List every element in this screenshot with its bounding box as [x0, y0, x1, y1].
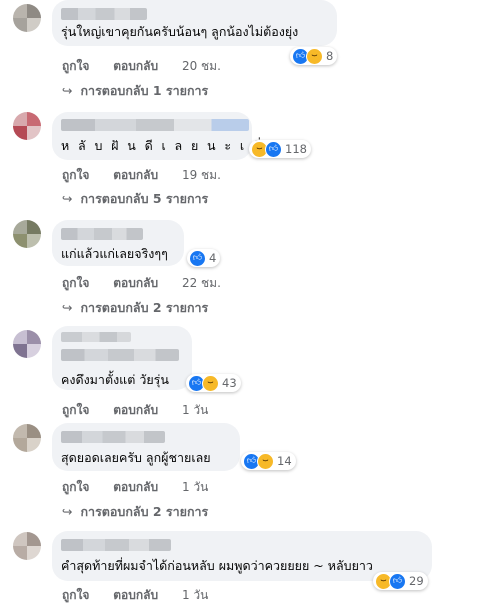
reaction-summary[interactable]: 👍︎ ⌣ 14 [241, 452, 296, 470]
view-replies-link[interactable]: ↪ การตอบกลับ 5 รายการ [62, 189, 208, 209]
like-button[interactable]: ถูกใจ [62, 588, 89, 602]
reply-button[interactable]: ตอบกลับ [113, 276, 158, 290]
reaction-count: 43 [222, 376, 237, 390]
reaction-count: 4 [209, 251, 217, 265]
reply-button[interactable]: ตอบกลับ [113, 480, 158, 494]
comment-text: คำสุดท้ายที่ผมจำได้ก่อนหลับ ผมพูดว่าควยย… [61, 558, 373, 573]
author-name-redacted[interactable] [61, 349, 179, 361]
comment-text: ห ลั บ ฝั น ดี เ ล ย น ะ เ นี่ ย [61, 138, 280, 153]
like-button[interactable]: ถูกใจ [62, 480, 89, 494]
like-button[interactable]: ถูกใจ [62, 168, 89, 182]
comment-actions: ถูกใจ ตอบกลับ 22 ชม. [62, 274, 241, 293]
comment-bubble: แก่แล้วแก่เลยจริงๆๆ [52, 220, 184, 266]
comment-text: แก่แล้วแก่เลยจริงๆๆ [61, 246, 168, 261]
view-replies-link[interactable]: ↪ การตอบกลับ 2 รายการ [62, 502, 208, 522]
comment-actions: ถูกใจ ตอบกลับ 20 ชม. [62, 57, 241, 76]
timestamp[interactable]: 1 วัน [182, 588, 208, 602]
reply-arrow-icon: ↪ [62, 504, 73, 519]
author-name-redacted[interactable] [61, 539, 171, 551]
reaction-summary[interactable]: 👍︎ 4 [187, 249, 221, 267]
like-icon: 👍︎ [189, 249, 206, 267]
comment-actions: ถูกใจ ตอบกลับ 19 ชม. [62, 166, 241, 185]
like-button[interactable]: ถูกใจ [62, 59, 89, 73]
reaction-count: 8 [326, 49, 334, 63]
reply-arrow-icon: ↪ [62, 191, 73, 206]
view-replies-link[interactable]: ↪ การตอบกลับ 1 รายการ [62, 81, 208, 101]
avatar[interactable] [13, 424, 41, 452]
timestamp[interactable]: 20 ชม. [182, 59, 221, 73]
replies-label: การตอบกลับ 1 รายการ [80, 83, 209, 98]
author-name-redacted[interactable] [61, 8, 147, 20]
author-name-redacted[interactable] [61, 119, 249, 131]
avatar[interactable] [13, 220, 41, 248]
like-button[interactable]: ถูกใจ [62, 403, 89, 417]
avatar[interactable] [13, 532, 41, 560]
haha-icon: ⌣ [306, 47, 323, 65]
timestamp[interactable]: 19 ชม. [182, 168, 221, 182]
reply-button[interactable]: ตอบกลับ [113, 168, 158, 182]
like-icon: 👍︎ [265, 140, 282, 158]
reaction-count: 29 [409, 574, 424, 588]
reaction-summary[interactable]: 👍︎ ⌣ 8 [290, 47, 338, 65]
reply-arrow-icon: ↪ [62, 83, 73, 98]
avatar[interactable] [13, 112, 41, 140]
comment-actions: ถูกใจ ตอบกลับ 1 วัน [62, 478, 228, 497]
comment-bubble: ห ลั บ ฝั น ดี เ ล ย น ะ เ นี่ ย [52, 112, 278, 160]
reply-button[interactable]: ตอบกลับ [113, 403, 158, 417]
timestamp[interactable]: 1 วัน [182, 403, 208, 417]
comment-text: รุ่นใหญ่เขาคุยกันครับน้อนๆ ลูกน้องไม่ต้อ… [61, 24, 299, 39]
comment-bubble: คงดึงมาตั้งแต่ วัยรุ่น [52, 326, 192, 390]
view-replies-link[interactable]: ↪ การตอบกลับ 2 รายการ [62, 298, 208, 318]
reaction-summary[interactable]: 👍︎ ⌣ 43 [186, 374, 241, 392]
avatar[interactable] [13, 330, 41, 358]
replies-label: การตอบกลับ 2 รายการ [80, 504, 209, 519]
timestamp[interactable]: 1 วัน [182, 480, 208, 494]
reply-button[interactable]: ตอบกลับ [113, 59, 158, 73]
replies-label: การตอบกลับ 2 รายการ [80, 300, 209, 315]
reaction-count: 14 [277, 454, 292, 468]
timestamp[interactable]: 22 ชม. [182, 276, 221, 290]
like-button[interactable]: ถูกใจ [62, 276, 89, 290]
comment-actions: ถูกใจ ตอบกลับ 1 วัน [62, 401, 228, 420]
avatar[interactable] [13, 4, 41, 32]
reaction-summary[interactable]: ⌣ 👍︎ 118 [249, 140, 311, 158]
comment-bubble: รุ่นใหญ่เขาคุยกันครับน้อนๆ ลูกน้องไม่ต้อ… [52, 0, 337, 46]
replies-label: การตอบกลับ 5 รายการ [80, 191, 209, 206]
reply-button[interactable]: ตอบกลับ [113, 588, 158, 602]
author-name-redacted[interactable] [61, 228, 143, 240]
haha-icon: ⌣ [202, 374, 219, 392]
comment-text: สุดยอดเลยครับ ลูกผู้ชายเลย [61, 450, 211, 465]
comment-bubble: สุดยอดเลยครับ ลูกผู้ชายเลย [52, 423, 240, 471]
haha-icon: ⌣ [257, 452, 274, 470]
comment-text: คงดึงมาตั้งแต่ วัยรุ่น [61, 372, 169, 387]
comment-actions: ถูกใจ ตอบกลับ 1 วัน [62, 586, 228, 605]
reaction-summary[interactable]: ⌣ 👍︎ 29 [373, 572, 428, 590]
reaction-count: 118 [285, 142, 307, 156]
author-badge-redacted [61, 332, 131, 342]
author-name-redacted[interactable] [61, 431, 165, 443]
reply-arrow-icon: ↪ [62, 300, 73, 315]
like-icon: 👍︎ [389, 572, 406, 590]
